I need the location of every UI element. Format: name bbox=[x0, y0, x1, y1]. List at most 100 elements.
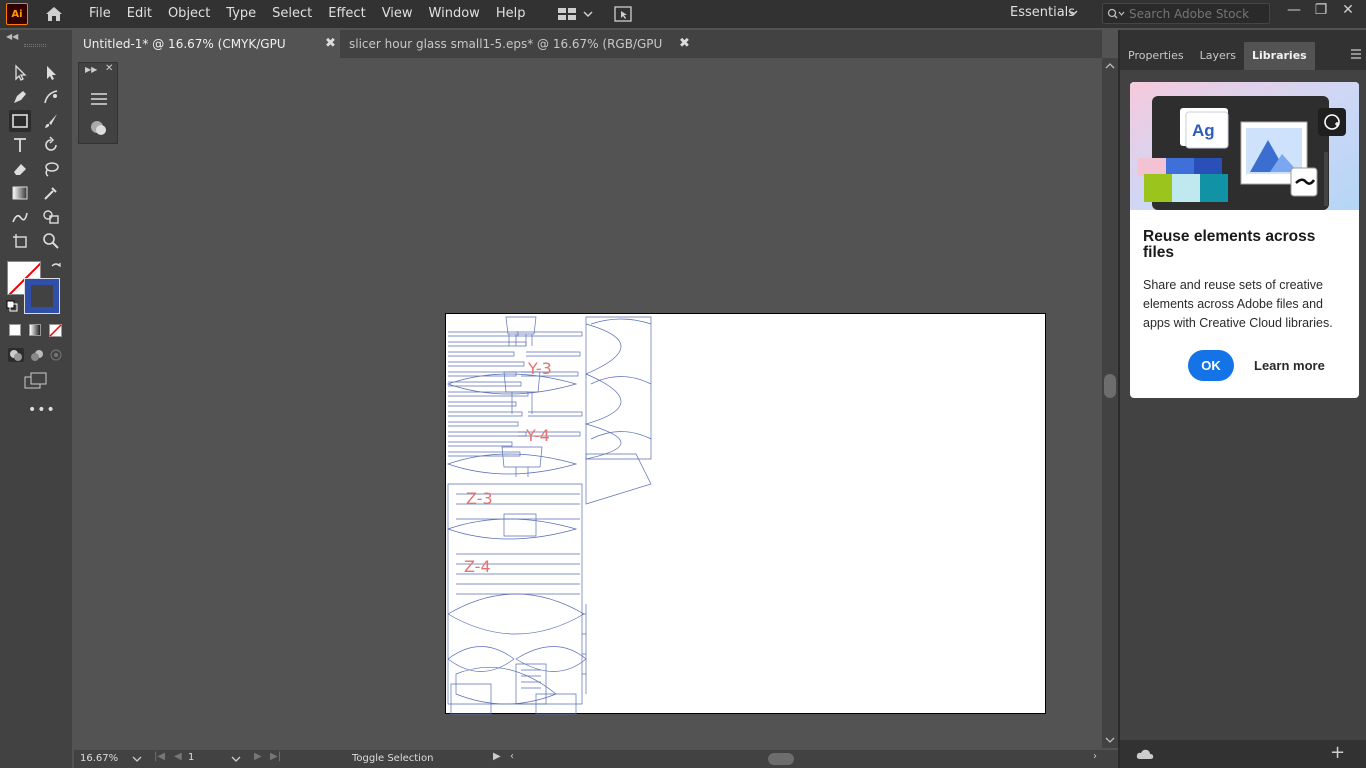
artboard-number-field[interactable]: 1 bbox=[188, 752, 228, 766]
type-icon bbox=[14, 138, 26, 152]
artwork-label-z4: Z-4 bbox=[464, 557, 491, 576]
menu-select[interactable]: Select bbox=[264, 0, 320, 28]
chevron-down-icon[interactable] bbox=[231, 755, 241, 763]
vertical-scrollbar[interactable] bbox=[1102, 58, 1118, 748]
main-menu: File Edit Object Type Select Effect View… bbox=[81, 0, 533, 28]
draw-inside-icon[interactable] bbox=[48, 348, 64, 362]
touch-workspace-icon[interactable] bbox=[613, 5, 633, 23]
status-bar: 16.67% |◀ ◀ 1 ▶ ▶| Toggle Selection ▶ ‹ … bbox=[74, 750, 1118, 768]
artboard-tool[interactable] bbox=[9, 230, 31, 252]
arrow-icon bbox=[15, 64, 27, 81]
pen-tool[interactable] bbox=[9, 86, 31, 108]
tab-properties[interactable]: Properties bbox=[1120, 42, 1192, 70]
rectangle-tool[interactable] bbox=[9, 110, 31, 132]
arrow-icon bbox=[47, 66, 56, 80]
stroke-swatch[interactable] bbox=[24, 278, 60, 314]
menu-lines-icon[interactable] bbox=[89, 91, 109, 107]
artboard[interactable]: Y-3 Y-4 Z-3 Z-4 bbox=[445, 313, 1047, 715]
draw-behind-icon[interactable] bbox=[29, 348, 45, 362]
draw-normal-button[interactable] bbox=[8, 348, 24, 362]
scroll-up-icon[interactable] bbox=[1105, 62, 1115, 70]
stock-search[interactable] bbox=[1102, 3, 1270, 24]
rectangle-icon bbox=[12, 114, 28, 128]
curvature-icon bbox=[44, 90, 58, 104]
horizontal-scroll-thumb[interactable] bbox=[768, 753, 794, 765]
none-mode-button[interactable] bbox=[49, 324, 62, 337]
menu-window[interactable]: Window bbox=[421, 0, 488, 28]
next-artboard-icon[interactable]: ▶ bbox=[254, 751, 262, 762]
chevron-down-icon[interactable] bbox=[1068, 8, 1078, 18]
menu-effect[interactable]: Effect bbox=[320, 0, 373, 28]
home-icon[interactable] bbox=[44, 4, 64, 24]
status-menu-icon[interactable]: ▶ bbox=[493, 751, 501, 762]
close-icon[interactable]: ✕ bbox=[105, 63, 113, 74]
direct-selection-tool[interactable] bbox=[40, 62, 62, 84]
ok-button[interactable]: OK bbox=[1188, 350, 1234, 381]
scroll-right-icon[interactable]: › bbox=[1093, 751, 1097, 762]
draw-normal-icon bbox=[10, 350, 22, 361]
cut-pattern-artwork[interactable]: Y-3 Y-4 Z-3 Z-4 bbox=[446, 314, 1047, 715]
add-icon[interactable]: + bbox=[1330, 742, 1345, 763]
menu-type[interactable]: Type bbox=[218, 0, 264, 28]
more-tools-icon[interactable]: ••• bbox=[28, 402, 56, 418]
gradient-tool[interactable] bbox=[9, 182, 31, 204]
panel-menu-icon[interactable] bbox=[1350, 48, 1362, 60]
chevron-down-icon[interactable] bbox=[132, 755, 142, 763]
appearance-icon[interactable] bbox=[89, 119, 109, 137]
artwork-label-y3: Y-3 bbox=[527, 359, 552, 378]
toolbar-grip[interactable] bbox=[24, 44, 46, 47]
warp-icon bbox=[12, 212, 28, 223]
card-body: Share and reuse sets of creative element… bbox=[1143, 278, 1333, 330]
expand-icon[interactable]: ▶▶ bbox=[85, 65, 97, 74]
puppet-warp-tool[interactable] bbox=[9, 206, 31, 228]
shape-builder-icon bbox=[43, 210, 59, 224]
search-input[interactable] bbox=[1129, 6, 1269, 21]
swap-icon[interactable] bbox=[50, 262, 62, 274]
restore-button[interactable]: ❐ bbox=[1307, 0, 1335, 20]
minimize-button[interactable]: — bbox=[1280, 0, 1308, 20]
gradient-icon bbox=[12, 186, 28, 200]
workspace-switcher[interactable]: Essentials bbox=[1010, 5, 1075, 20]
first-artboard-icon[interactable]: |◀ bbox=[154, 751, 165, 762]
brush-icon bbox=[45, 114, 57, 128]
menu-view[interactable]: View bbox=[374, 0, 421, 28]
menu-object[interactable]: Object bbox=[160, 0, 218, 28]
learn-more-button[interactable]: Learn more bbox=[1254, 350, 1325, 381]
chevron-down-icon bbox=[583, 11, 593, 18]
menu-help[interactable]: Help bbox=[488, 0, 534, 28]
eyedropper-tool[interactable] bbox=[40, 182, 62, 204]
close-icon[interactable]: ✖ bbox=[679, 30, 690, 58]
type-tool[interactable] bbox=[9, 134, 31, 156]
cloud-icon[interactable] bbox=[1136, 748, 1154, 760]
toggle-selection-label[interactable]: Toggle Selection bbox=[352, 753, 433, 764]
selection-tool[interactable] bbox=[9, 62, 31, 84]
rotate-tool[interactable] bbox=[40, 134, 62, 156]
menu-file[interactable]: File bbox=[81, 0, 119, 28]
screen-mode-icon[interactable] bbox=[24, 372, 48, 390]
prev-artboard-icon[interactable]: ◀ bbox=[174, 751, 182, 762]
gradient-mode-button[interactable] bbox=[29, 324, 41, 336]
scroll-left-icon[interactable]: ‹ bbox=[510, 751, 514, 762]
zoom-tool[interactable] bbox=[40, 230, 62, 252]
close-icon[interactable]: ✖ bbox=[325, 30, 336, 58]
close-window-button[interactable]: ✕ bbox=[1334, 0, 1362, 20]
zoom-level[interactable]: 16.67% bbox=[80, 753, 118, 764]
menu-edit[interactable]: Edit bbox=[119, 0, 160, 28]
artwork-label-z3: Z-3 bbox=[466, 489, 493, 508]
paintbrush-tool[interactable] bbox=[40, 110, 62, 132]
scroll-thumb[interactable] bbox=[1104, 374, 1116, 398]
tab-slicer-hour-glass[interactable]: slicer hour glass small1-5.eps* @ 16.67%… bbox=[340, 30, 694, 79]
last-artboard-icon[interactable]: ▶| bbox=[270, 751, 281, 762]
arrange-documents-button[interactable] bbox=[557, 6, 593, 22]
tab-layers[interactable]: Layers bbox=[1192, 42, 1244, 70]
shape-builder-tool[interactable] bbox=[40, 206, 62, 228]
color-mode-button[interactable] bbox=[9, 324, 21, 336]
eraser-tool[interactable] bbox=[9, 158, 31, 180]
lasso-tool[interactable] bbox=[40, 158, 62, 180]
tab-libraries[interactable]: Libraries bbox=[1244, 42, 1315, 70]
tab-untitled-1[interactable]: Untitled-1* @ 16.67% (CMYK/GPU Preview) bbox=[74, 30, 340, 79]
scroll-down-icon[interactable] bbox=[1105, 736, 1115, 744]
default-colors-icon[interactable] bbox=[6, 300, 18, 312]
curvature-tool[interactable] bbox=[40, 86, 62, 108]
collapse-icon[interactable]: ◀◀ bbox=[6, 32, 18, 41]
